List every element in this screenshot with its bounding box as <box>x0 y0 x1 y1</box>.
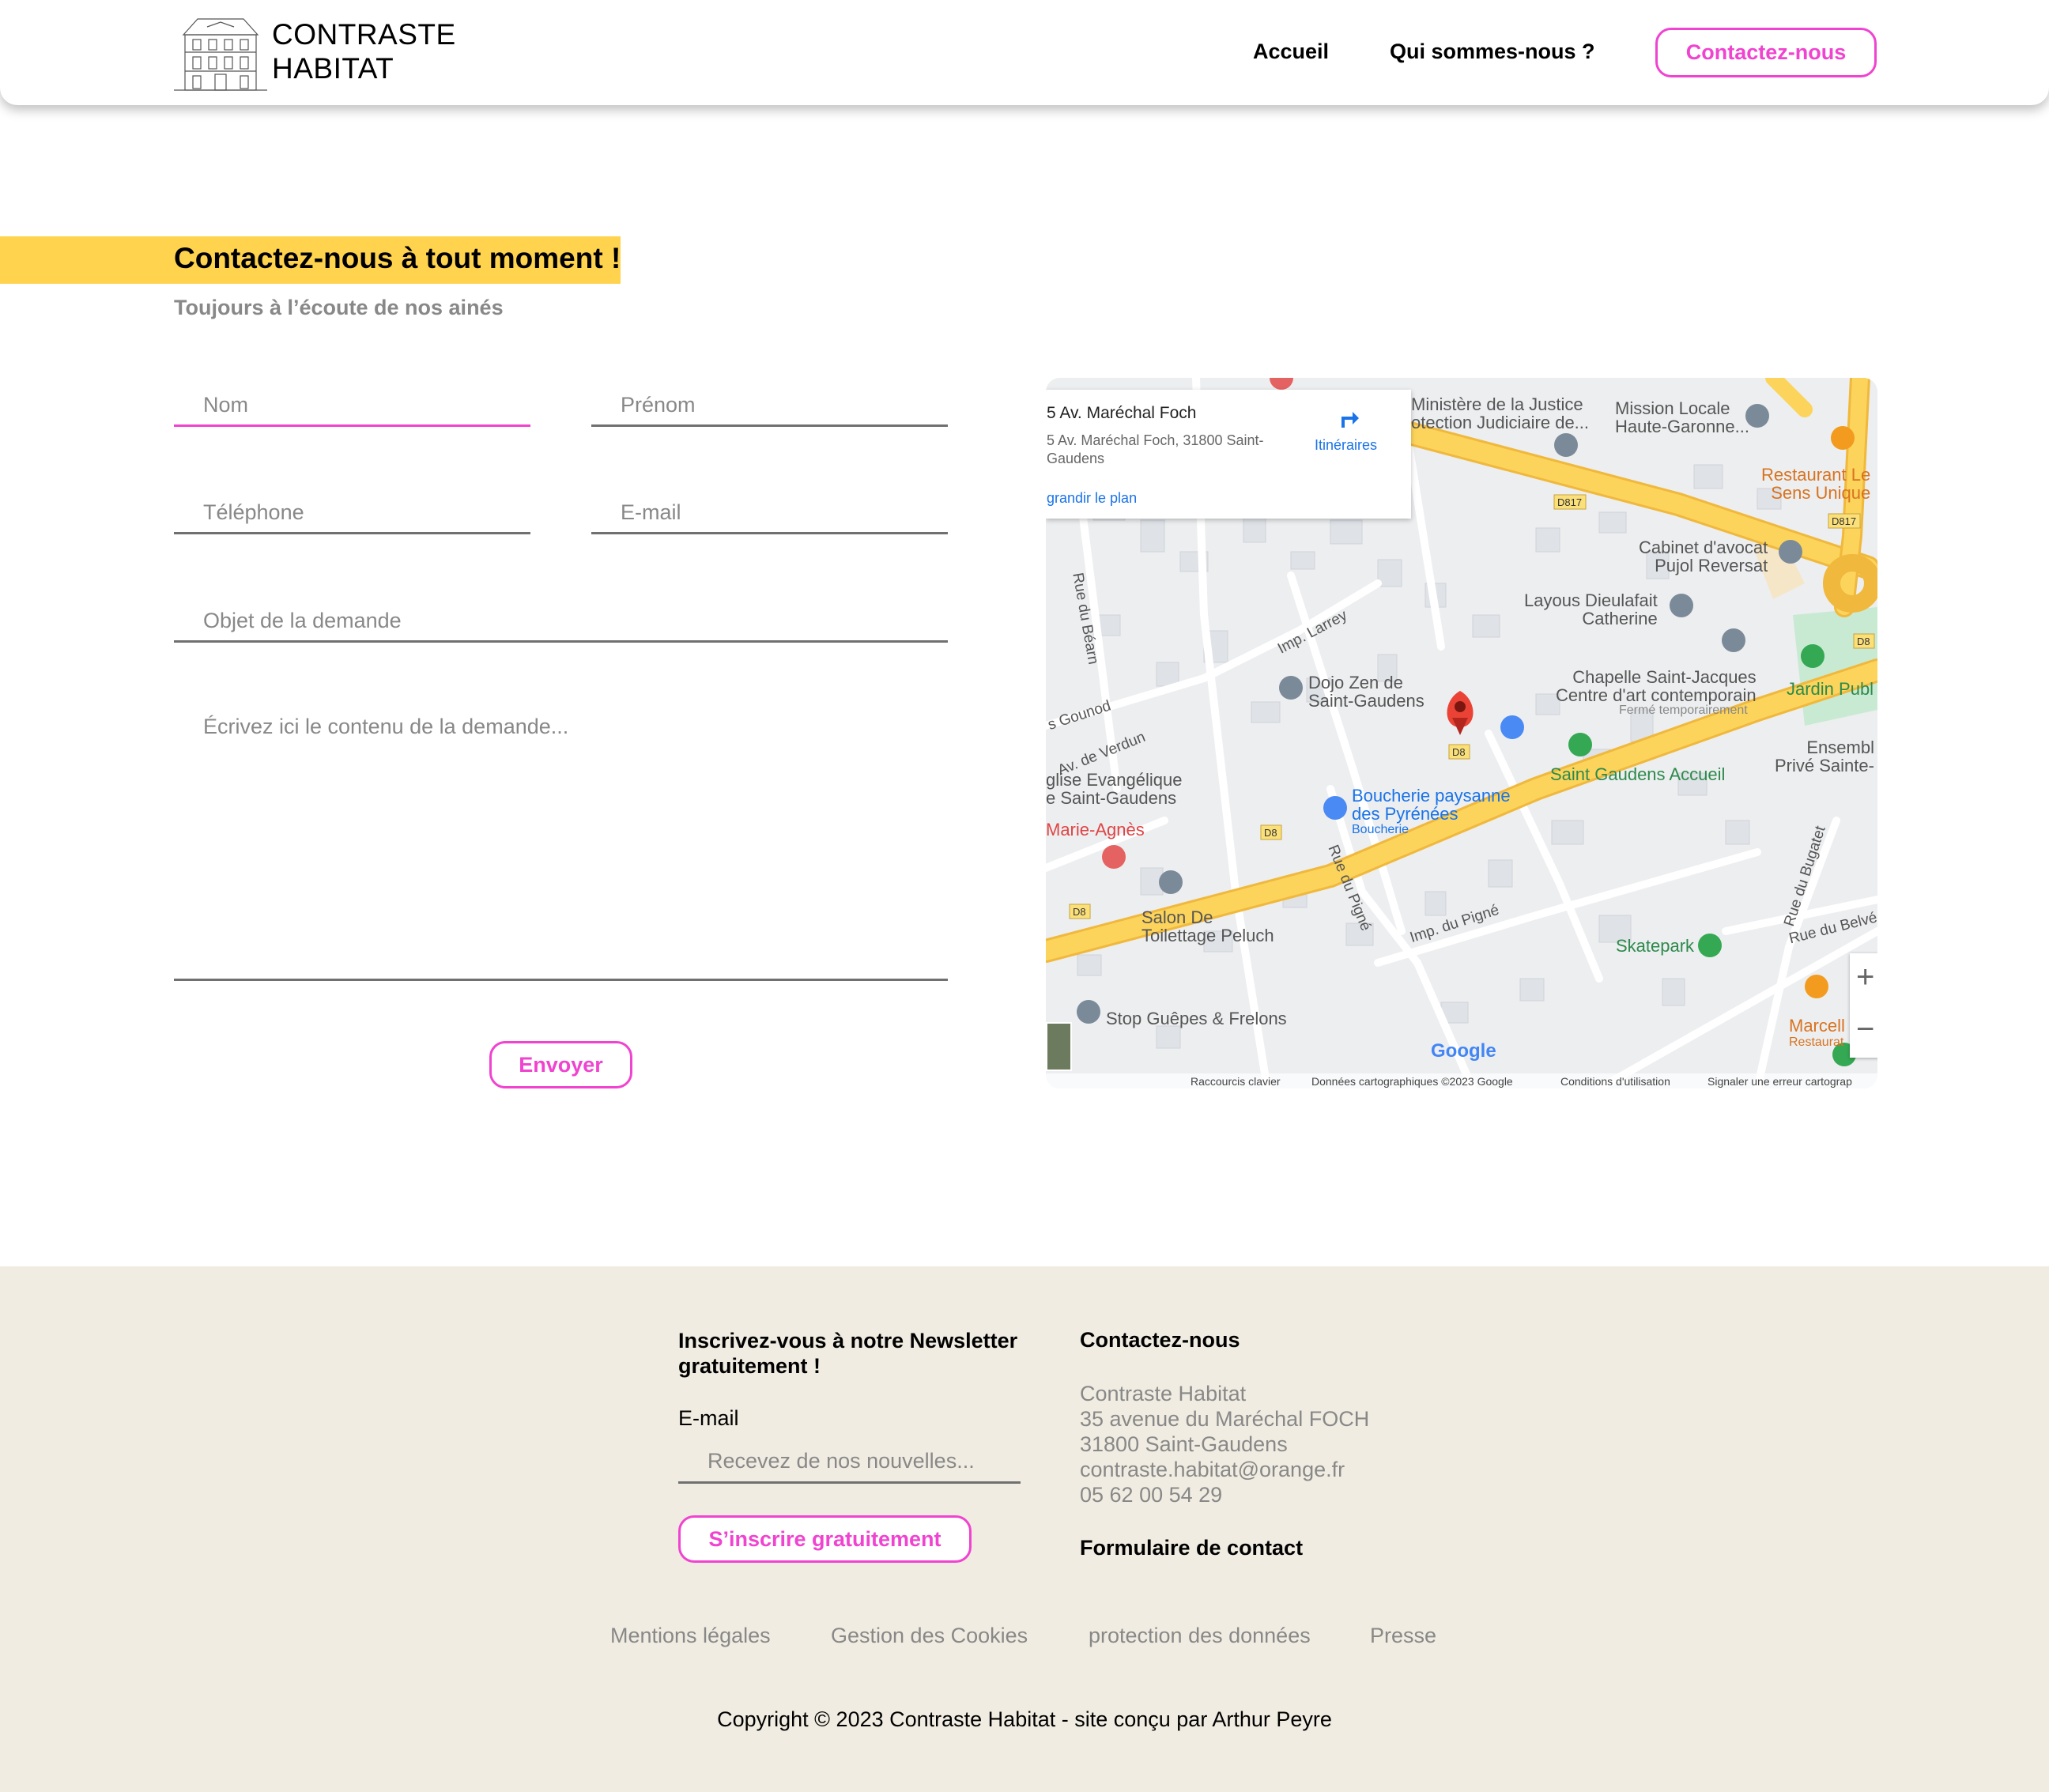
zoom-controls: + − <box>1850 953 1877 1058</box>
road-badge-d8-c: D8 <box>1073 906 1086 918</box>
map-label-saint-gaudens-accueil[interactable]: Saint Gaudens Accueil <box>1550 765 1725 783</box>
nom-input[interactable] <box>174 386 530 427</box>
chapelle-pin-icon <box>1722 628 1745 652</box>
jardin-pin-icon <box>1801 644 1824 668</box>
map-label-boucherie-note: Boucherie <box>1352 823 1409 836</box>
report-error-link[interactable]: Signaler une erreur cartograp <box>1708 1075 1852 1088</box>
nav-contact-button[interactable]: Contactez-nous <box>1655 28 1877 77</box>
footer-contact-details: Contraste Habitat 35 avenue du Maréchal … <box>1080 1381 1369 1507</box>
map-card-title: 5 Av. Maréchal Foch <box>1047 404 1197 422</box>
footer-contact-title: Contactez-nous <box>1080 1328 1240 1352</box>
presse-link[interactable]: Presse <box>1370 1624 1436 1648</box>
footer-company: Contraste Habitat <box>1080 1382 1247 1405</box>
contact-form-link[interactable]: Formulaire de contact <box>1080 1536 1303 1560</box>
map-card-address: 5 Av. Maréchal Foch, 31800 Saint-Gaudens <box>1047 432 1264 466</box>
map-label-marie[interactable]: Marie-Agnès <box>1046 821 1145 839</box>
terms-link[interactable]: Conditions d'utilisation <box>1560 1075 1670 1088</box>
map-label-mission[interactable]: Mission Locale Haute-Garonne... <box>1615 399 1749 436</box>
brand-name[interactable]: CONTRASTE HABITAT <box>272 17 456 85</box>
page-title: Contactez-nous à tout moment ! <box>174 242 621 274</box>
google-logo: Google <box>1431 1040 1496 1062</box>
telephone-input[interactable] <box>174 493 530 534</box>
map-label-chapelle-note: Fermé temporairement <box>1619 704 1748 717</box>
map-label-ensemble[interactable]: Ensembl Privé Sainte- <box>1775 738 1874 775</box>
shop-pin-icon <box>1500 715 1524 739</box>
map-label-layous[interactable]: Layous Dieulafait Catherine <box>1524 591 1658 628</box>
stop-pin-icon <box>1077 1000 1100 1024</box>
footer-email[interactable]: contraste.habitat@orange.fr <box>1080 1457 1369 1482</box>
keyboard-shortcuts-link[interactable]: Raccourcis clavier <box>1191 1075 1281 1088</box>
map-label-skatepark[interactable]: Skatepark <box>1616 937 1694 955</box>
mentions-legales-link[interactable]: Mentions légales <box>610 1624 771 1648</box>
page: CONTRASTE HABITAT Accueil Qui sommes-nou… <box>0 0 2049 1792</box>
layous-pin-icon <box>1670 594 1693 617</box>
map-label-ministere[interactable]: Ministère de la Justice otection Judicia… <box>1411 395 1589 432</box>
map-data-text: Données cartographiques ©2023 Google <box>1311 1075 1513 1088</box>
skatepark-pin-icon <box>1698 934 1722 957</box>
cookies-link[interactable]: Gestion des Cookies <box>831 1624 1028 1648</box>
map-attribution: Raccourcis clavier Données cartographiqu… <box>1046 1073 1877 1088</box>
map-label-cabinet[interactable]: Cabinet d'avocat Pujol Reversat <box>1639 538 1768 575</box>
map-label-marcell-note: Restaurat <box>1789 1036 1844 1049</box>
marie-pin-icon <box>1102 845 1126 869</box>
map-label-marcell[interactable]: Marcell <box>1789 1017 1845 1035</box>
send-button[interactable]: Envoyer <box>489 1041 632 1088</box>
marcell-pin-icon <box>1805 975 1828 998</box>
ministere-pin-icon <box>1554 433 1578 457</box>
nav-qui-sommes-nous[interactable]: Qui sommes-nous ? <box>1390 40 1595 64</box>
road-badge-d8-a: D8 <box>1452 746 1466 758</box>
map-label-restaurant[interactable]: Restaurant Le Sens Unique <box>1761 466 1870 502</box>
restaurant-pin-icon <box>1831 426 1855 450</box>
boucherie-pin-icon <box>1323 796 1347 820</box>
footer-city: 31800 Saint-Gaudens <box>1080 1432 1288 1456</box>
nav-accueil[interactable]: Accueil <box>1253 40 1329 64</box>
map-label-stop[interactable]: Stop Guêpes & Frelons <box>1106 1009 1287 1028</box>
subscribe-button[interactable]: S’inscrire gratuitement <box>678 1515 972 1563</box>
newsletter-email-input[interactable] <box>678 1440 1021 1484</box>
newsletter-email-label: E-mail <box>678 1406 739 1430</box>
data-protection-link[interactable]: protection des données <box>1089 1624 1311 1648</box>
map-label-salon[interactable]: Salon De Toilettage Peluch <box>1141 908 1274 945</box>
prenom-input[interactable] <box>591 386 948 427</box>
directions-icon[interactable] <box>1335 404 1362 431</box>
footer-street: 35 avenue du Maréchal FOCH <box>1080 1407 1370 1431</box>
directions-link[interactable]: Itinéraires <box>1315 437 1377 454</box>
page-subtitle: Toujours à l’écoute de nos ainés <box>174 296 504 319</box>
message-textarea[interactable] <box>174 710 948 981</box>
brand-line-2: HABITAT <box>272 52 394 85</box>
site-header: CONTRASTE HABITAT Accueil Qui sommes-nou… <box>0 0 2049 105</box>
cabinet-pin-icon <box>1779 540 1802 564</box>
enlarge-map-link[interactable]: grandir le plan <box>1047 490 1137 507</box>
newsletter-title: Inscrivez-vous à notre Newsletter gratui… <box>678 1329 1018 1378</box>
email-input[interactable] <box>591 493 948 534</box>
map-label-chapelle[interactable]: Chapelle Saint-Jacques Centre d'art cont… <box>1556 668 1757 704</box>
road-badge-d817-a: D817 <box>1557 496 1582 508</box>
map-label-boucherie[interactable]: Boucherie paysanne des Pyrénées <box>1352 787 1511 823</box>
road-badge-d8-d: D8 <box>1857 636 1870 647</box>
map-label-dojo[interactable]: Dojo Zen de Saint-Gaudens <box>1308 673 1424 710</box>
house-logo-icon[interactable] <box>174 11 267 93</box>
brand-line-1: CONTRASTE <box>272 18 456 51</box>
zoom-out-button[interactable]: − <box>1850 1005 1877 1058</box>
footer-phone[interactable]: 05 62 00 54 29 <box>1080 1482 1369 1507</box>
salon-pin-icon <box>1159 870 1183 894</box>
map-label-jardin[interactable]: Jardin Publ <box>1787 680 1874 698</box>
zoom-in-button[interactable]: + <box>1850 953 1877 1005</box>
satellite-toggle-thumbnail[interactable] <box>1046 1022 1072 1071</box>
map-info-card: 5 Av. Maréchal Foch 5 Av. Maréchal Foch,… <box>1046 390 1411 519</box>
google-map[interactable]: D817 D817 D8 D8 D8 D8 5 Av. Maréchal Foc… <box>1046 378 1877 1088</box>
road-badge-d8-b: D8 <box>1264 827 1277 839</box>
accueil-pin-icon <box>1568 733 1592 756</box>
copyright-text: Copyright © 2023 Contraste Habitat - sit… <box>717 1707 1332 1731</box>
objet-input[interactable] <box>174 602 948 643</box>
dojo-pin-icon <box>1279 676 1303 700</box>
road-badge-d817-b: D817 <box>1832 515 1856 527</box>
